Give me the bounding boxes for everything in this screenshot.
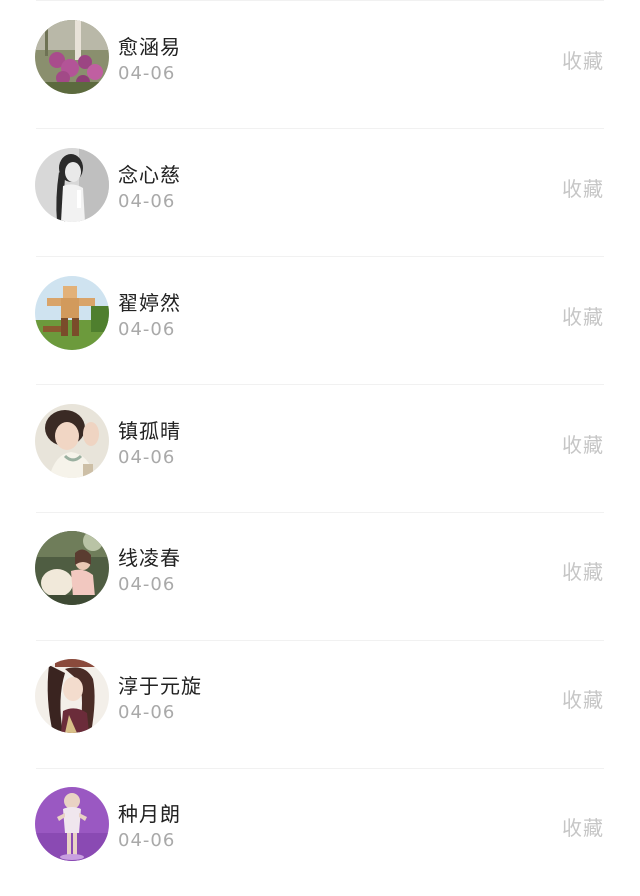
list-item[interactable]: 淳于元旋 04-06 收藏 — [0, 640, 640, 768]
list-item[interactable]: 翟婷然 04-06 收藏 — [0, 256, 640, 384]
item-date: 04-06 — [118, 319, 176, 340]
favorite-button[interactable]: 收藏 — [562, 301, 604, 330]
list-item[interactable]: 念心慈 04-06 收藏 — [0, 128, 640, 256]
avatar-woman-portrait-icon[interactable] — [35, 404, 109, 478]
user-name: 淳于元旋 — [118, 674, 202, 698]
list-item[interactable]: 线凌春 04-06 收藏 — [0, 512, 640, 640]
user-name: 念心慈 — [118, 163, 181, 187]
user-name: 愈涵易 — [118, 35, 181, 59]
item-date: 04-06 — [118, 63, 176, 84]
user-name: 翟婷然 — [118, 291, 181, 315]
item-date: 04-06 — [118, 574, 176, 595]
item-date: 04-06 — [118, 447, 176, 468]
favorite-button[interactable]: 收藏 — [562, 556, 604, 585]
favorite-button[interactable]: 收藏 — [562, 812, 604, 841]
favorite-button[interactable]: 收藏 — [562, 173, 604, 202]
user-name: 种月朗 — [118, 802, 181, 826]
user-name: 线凌春 — [118, 546, 181, 570]
list-item[interactable]: 镇孤晴 04-06 收藏 — [0, 384, 640, 512]
avatar-flowers-icon[interactable] — [35, 20, 109, 94]
item-date: 04-06 — [118, 191, 176, 212]
avatar-woman-bw-icon[interactable] — [35, 148, 109, 222]
avatar-girl-outdoor-icon[interactable] — [35, 531, 109, 605]
list-item[interactable]: 种月朗 04-06 收藏 — [0, 768, 640, 896]
favorite-button[interactable]: 收藏 — [562, 45, 604, 74]
user-name: 镇孤晴 — [118, 419, 181, 443]
avatar-figure-purple-icon[interactable] — [35, 787, 109, 861]
favorite-button[interactable]: 收藏 — [562, 429, 604, 458]
avatar-anime-character-icon[interactable] — [35, 659, 109, 733]
item-date: 04-06 — [118, 830, 176, 851]
item-date: 04-06 — [118, 702, 176, 723]
list-item[interactable]: 愈涵易 04-06 收藏 — [0, 0, 640, 128]
favorite-button[interactable]: 收藏 — [562, 684, 604, 713]
avatar-blocky-figure-icon[interactable] — [35, 276, 109, 350]
